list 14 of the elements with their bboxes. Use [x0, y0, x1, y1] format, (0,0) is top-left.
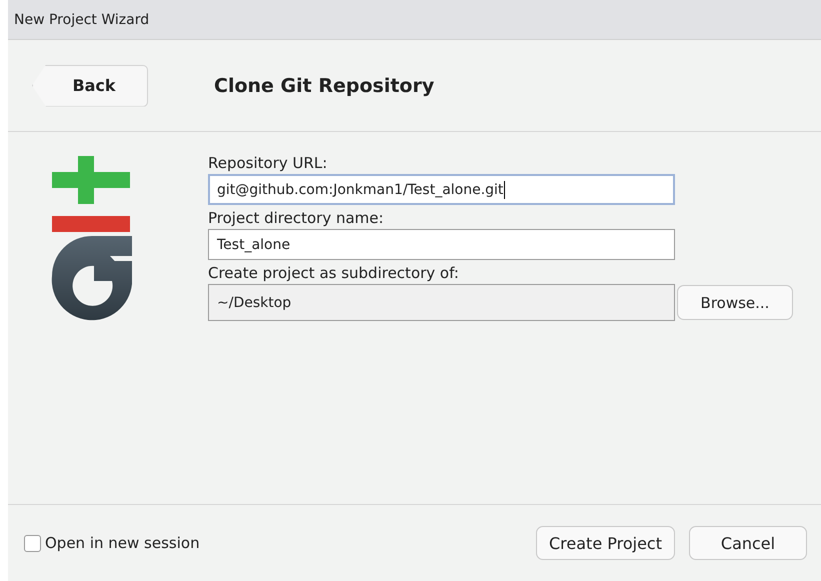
page-title: Clone Git Repository	[214, 74, 434, 96]
input-field[interactable]: ~/Desktop	[208, 284, 675, 321]
window-title: New Project Wizard	[14, 12, 150, 28]
checkbox-label: Open in new session	[45, 534, 200, 552]
input-field[interactable]: git@github.com:Jonkman1/Test_alone.git	[208, 174, 675, 205]
field-label: Repository URL:	[208, 154, 328, 172]
field-label: Create project as subdirectory of:	[208, 264, 460, 282]
back-button[interactable]: Back	[32, 64, 148, 106]
field-label: Project directory name:	[208, 209, 385, 227]
dialog-button[interactable]: Cancel	[689, 526, 807, 560]
dialog-button[interactable]: Create Project	[536, 526, 675, 560]
browse-button[interactable]: Browse...	[677, 285, 793, 320]
input-field[interactable]: Test_alone	[208, 229, 675, 260]
checkbox[interactable]	[24, 534, 41, 552]
